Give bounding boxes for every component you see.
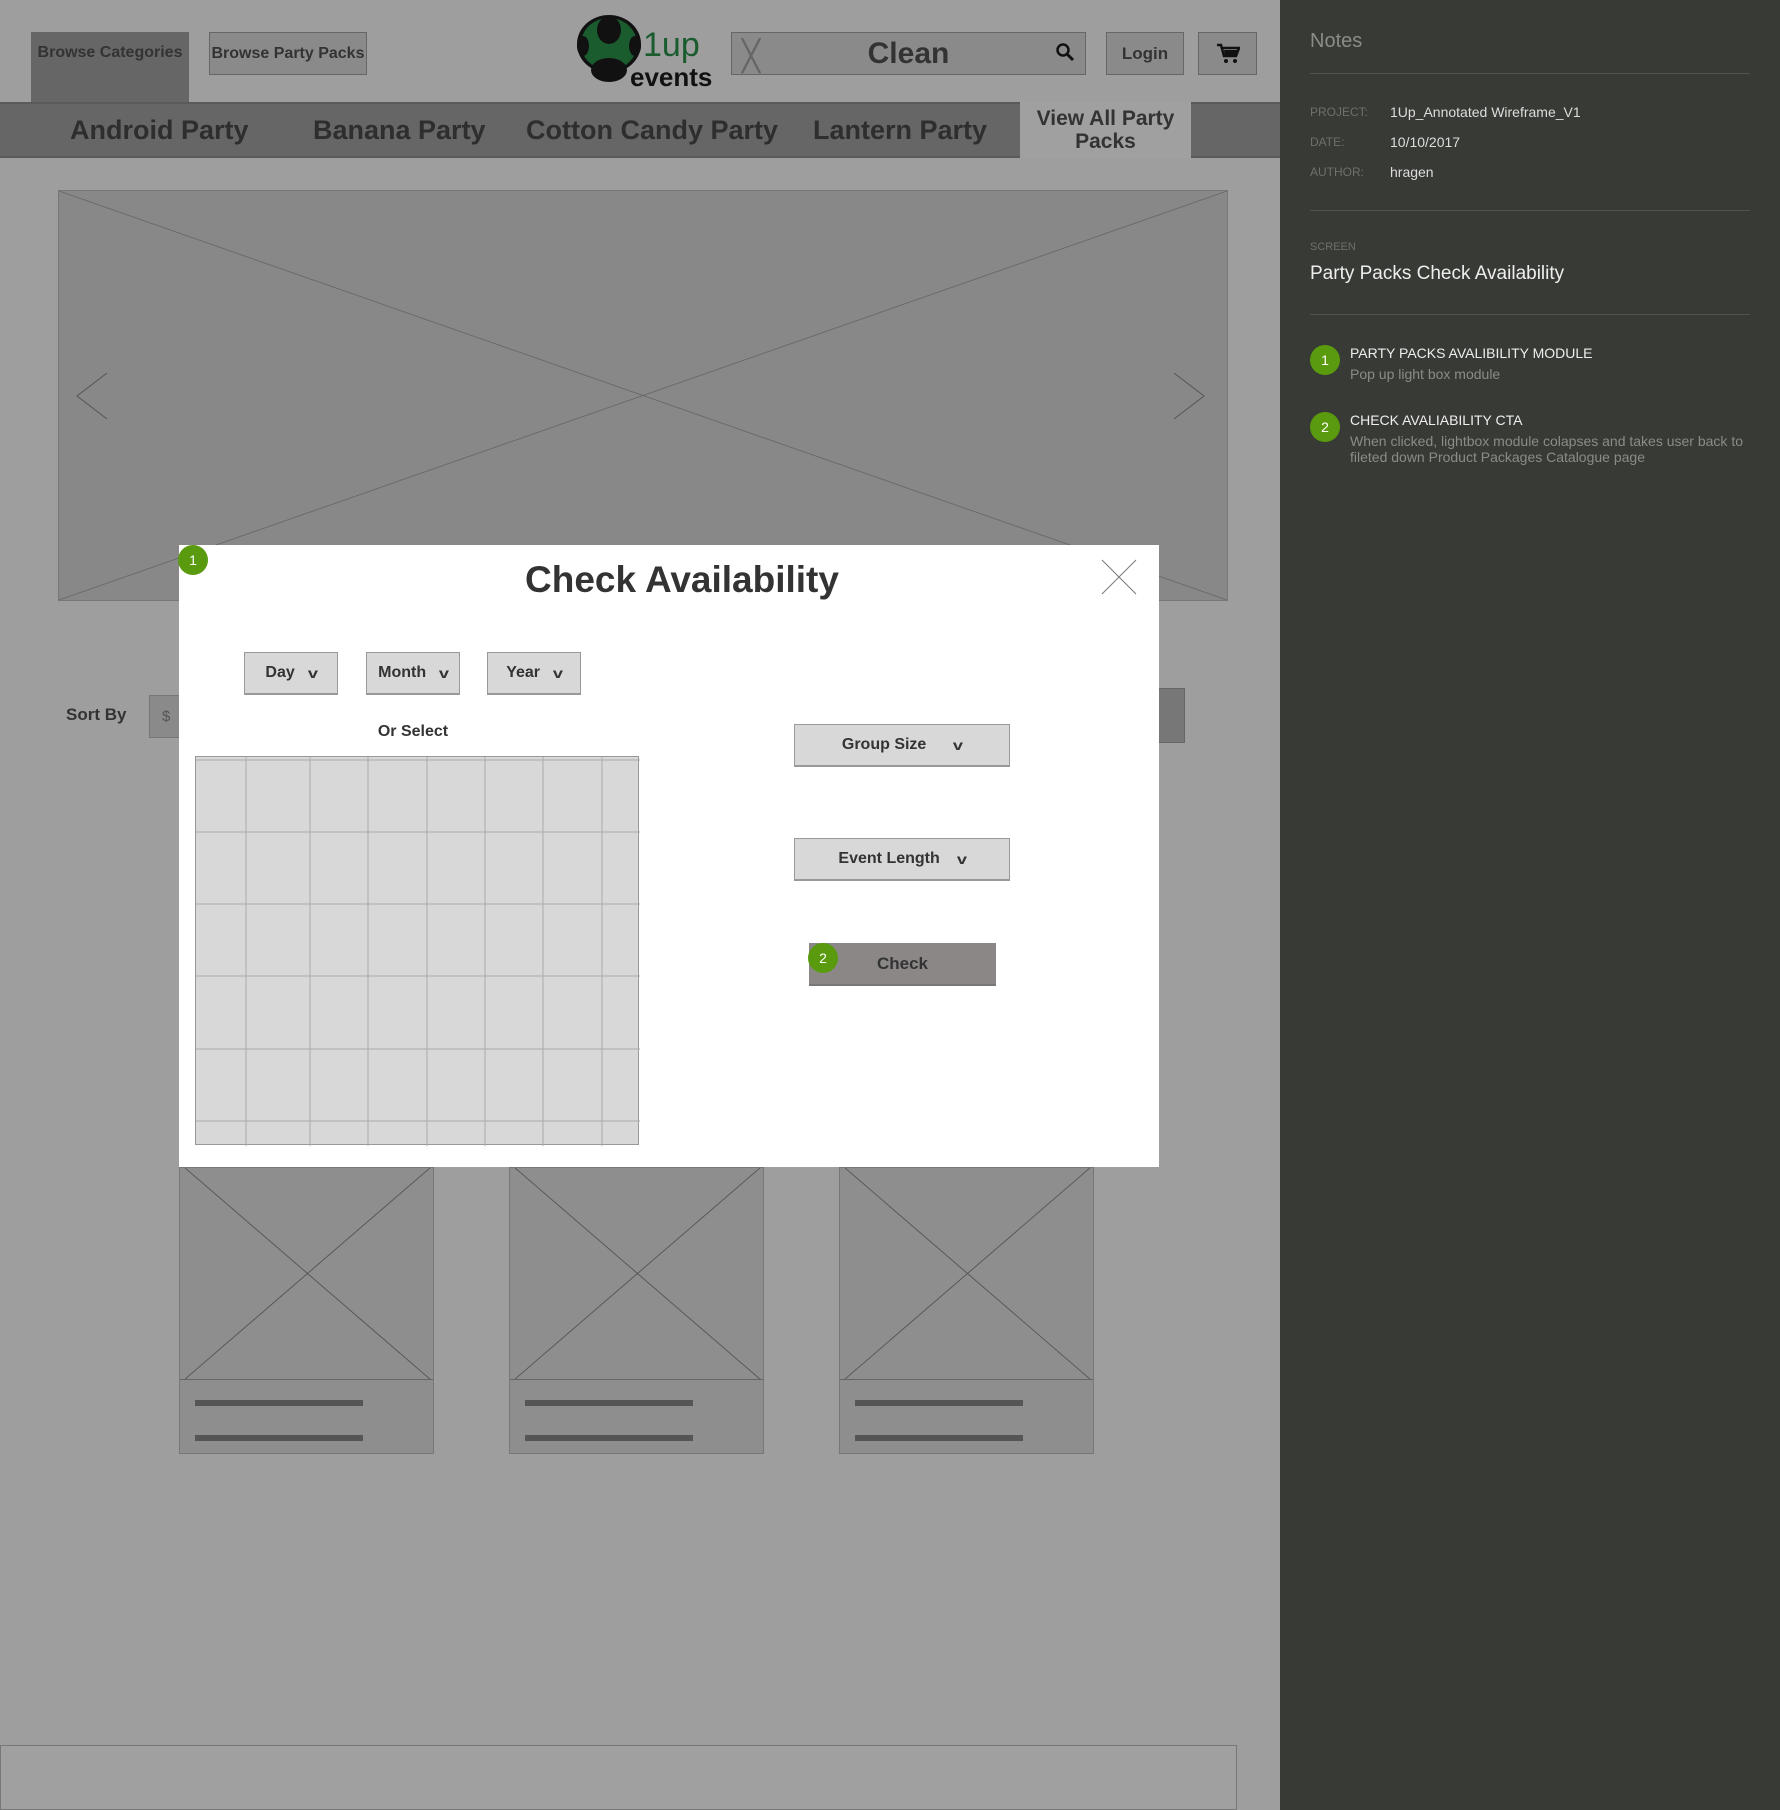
annotation-badge: 1 <box>1310 345 1340 375</box>
logo-1up: 1up <box>643 26 700 64</box>
year-dropdown[interactable]: Year v <box>487 652 581 695</box>
screen-name: Party Packs Check Availability <box>1310 263 1565 284</box>
browse-categories-tab[interactable]: Browse Categories <box>31 32 189 102</box>
sort-by-label: Sort By <box>66 705 127 724</box>
chevron-right-icon[interactable] <box>1172 372 1206 420</box>
project-label: PROJECT: <box>1310 105 1369 119</box>
chevron-down-icon: v <box>953 737 964 753</box>
login-button[interactable]: Login <box>1106 32 1184 75</box>
date-label: DATE: <box>1310 135 1345 149</box>
screen-label: SCREEN <box>1310 241 1356 253</box>
author-value: hragen <box>1390 164 1434 180</box>
divider <box>1310 210 1750 211</box>
search-icon[interactable] <box>1055 42 1075 67</box>
cart-button[interactable] <box>1198 32 1257 75</box>
note-desc: When clicked, lightbox module colapses a… <box>1350 433 1743 465</box>
browse-party-packs-button[interactable]: Browse Party Packs <box>209 32 367 75</box>
author-label: AUTHOR: <box>1310 165 1364 179</box>
nav-item-android-party[interactable]: Android Party <box>70 102 249 158</box>
divider <box>1310 73 1750 74</box>
product-card[interactable] <box>839 1167 1094 1454</box>
product-card[interactable] <box>509 1167 764 1454</box>
logo-events: events <box>630 62 713 92</box>
search-input[interactable]: ╳ Clean <box>731 32 1086 75</box>
text-line-placeholder <box>525 1435 693 1441</box>
chevron-down-icon: v <box>307 665 318 681</box>
text-line-placeholder <box>195 1400 363 1406</box>
project-value: 1Up_Annotated Wireframe_V1 <box>1390 104 1581 120</box>
note-title: CHECK AVALIABILITY CTA <box>1350 412 1523 428</box>
calendar-grid[interactable] <box>195 756 640 1146</box>
text-line-placeholder <box>195 1435 363 1441</box>
footer <box>0 1745 1237 1810</box>
check-button[interactable]: Check <box>809 943 996 986</box>
search-value: Clean <box>867 36 950 70</box>
nav-item-cotton-candy-party[interactable]: Cotton Candy Party <box>526 102 778 158</box>
product-card[interactable] <box>179 1167 434 1454</box>
text-line-placeholder <box>525 1400 693 1406</box>
cart-icon <box>1216 43 1240 63</box>
close-icon[interactable] <box>1101 559 1137 595</box>
modal-title: Check Availability <box>525 559 839 600</box>
day-dropdown[interactable]: Day v <box>244 652 338 695</box>
annotation-badge: 2 <box>1310 412 1340 442</box>
divider <box>1310 314 1750 315</box>
check-availability-modal: 1 Check Availability Day v Month v Year v O… <box>178 545 1159 1167</box>
group-size-dropdown[interactable]: Group Size v <box>794 724 1010 767</box>
chevron-down-icon: v <box>956 851 967 867</box>
nav-item-lantern-party[interactable]: Lantern Party <box>813 102 987 158</box>
text-line-placeholder <box>855 1400 1023 1406</box>
date-value: 10/10/2017 <box>1390 134 1461 150</box>
event-length-dropdown[interactable]: Event Length v <box>794 838 1010 881</box>
logo[interactable]: 1up events <box>577 14 717 94</box>
text-line-placeholder <box>855 1435 1023 1441</box>
chevron-down-icon: v <box>552 665 563 681</box>
annotation-badge: 2 <box>808 943 838 973</box>
close-icon[interactable]: ╳ <box>742 39 760 74</box>
month-dropdown[interactable]: Month v <box>366 652 460 695</box>
note-desc: Pop up light box module <box>1350 366 1501 382</box>
nav-item-banana-party[interactable]: Banana Party <box>313 102 486 158</box>
notes-title: Notes <box>1310 30 1363 52</box>
carousel-image-placeholder <box>58 190 1228 601</box>
chevron-left-icon[interactable] <box>75 372 109 420</box>
or-select-label: Or Select <box>377 723 449 740</box>
note-title: PARTY PACKS AVALIBILITY MODULE <box>1350 345 1593 361</box>
chevron-down-icon: v <box>438 665 450 681</box>
notes-panel: Notes PROJECT: 1Up_Annotated Wireframe_V… <box>1280 0 1780 1810</box>
view-all-party-packs-button[interactable]: View All Party Packs <box>1020 102 1191 158</box>
